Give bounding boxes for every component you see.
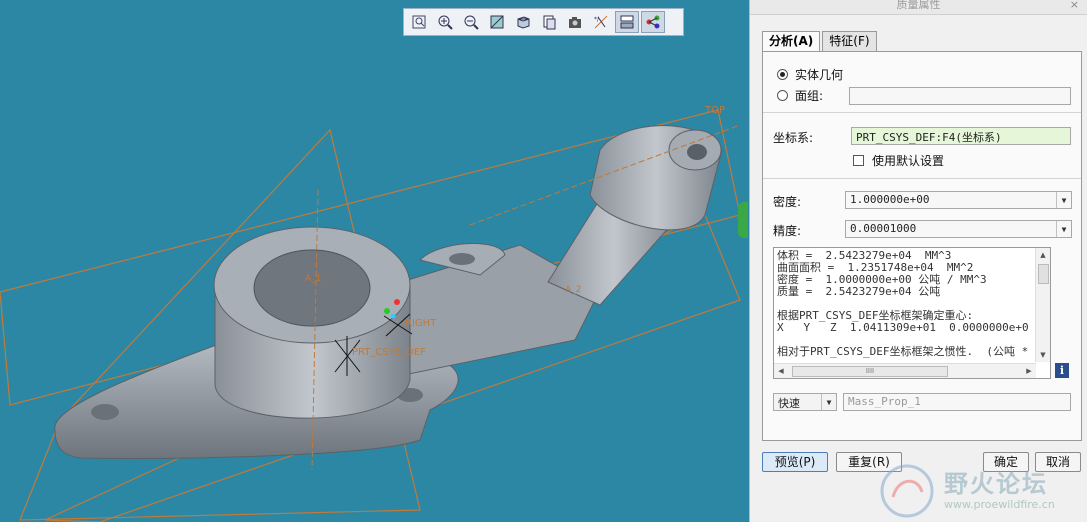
annotation-display-button[interactable] bbox=[641, 11, 665, 33]
accuracy-value: 0.00001000 bbox=[850, 222, 917, 235]
svg-text:*/: */ bbox=[594, 16, 600, 23]
tab-feature[interactable]: 特征(F) bbox=[822, 31, 877, 51]
zoom-out-icon bbox=[464, 15, 479, 30]
refit-icon bbox=[412, 15, 426, 29]
analysis-name-field[interactable]: Mass_Prop_1 bbox=[843, 393, 1071, 411]
camera-icon bbox=[569, 17, 581, 28]
watermark-title: 野火论坛 bbox=[944, 470, 1048, 498]
side-tab-handle[interactable] bbox=[738, 202, 748, 238]
spin-center-button[interactable] bbox=[615, 11, 639, 33]
scroll-down-icon[interactable]: ▼ bbox=[1036, 348, 1050, 362]
model-canvas[interactable]: RIGHT PRT_CSYS_DEF TOP A_1 A_2 bbox=[0, 0, 748, 522]
results-text: 体积 = 2.5423279e+04 MM^3 曲面面积 = 1.2351748e… bbox=[777, 250, 1029, 362]
coord-label: 坐标系: bbox=[773, 131, 814, 145]
watermark-logo-icon bbox=[880, 464, 934, 518]
dialog-title-text: 质量属性 bbox=[896, 0, 941, 11]
datum-display-button[interactable]: */ bbox=[589, 11, 613, 33]
dialog-title: 质量属性 × bbox=[750, 0, 1087, 15]
scroll-left-icon[interactable]: ◀ bbox=[774, 364, 788, 378]
radio-quilt[interactable] bbox=[777, 90, 788, 101]
radio-solid-label: 实体几何 bbox=[795, 68, 844, 82]
scroll-right-icon[interactable]: ▶ bbox=[1022, 364, 1036, 378]
use-default-checkbox[interactable] bbox=[853, 155, 864, 166]
vertical-scrollbar[interactable]: ▲ ▼ bbox=[1035, 248, 1050, 362]
label-top: TOP bbox=[704, 105, 725, 116]
zoom-in-icon bbox=[438, 15, 453, 30]
separator bbox=[763, 112, 1081, 113]
label-axis-a1: A_1 bbox=[305, 274, 321, 284]
chevron-down-icon[interactable]: ▼ bbox=[821, 394, 836, 410]
hscroll-thumb[interactable]: IIII bbox=[792, 366, 948, 377]
dialog-tabs: 分析(A) 特征(F) bbox=[762, 31, 879, 52]
accuracy-combo[interactable]: 0.00001000 ▼ bbox=[845, 220, 1072, 238]
results-area[interactable]: 体积 = 2.5423279e+04 MM^3 曲面面积 = 1.2351748e… bbox=[773, 247, 1051, 379]
analysis-tab-content: 实体几何 面组: 坐标系: PRT_CSYS_DEF:F4(坐标系) 使用默认设… bbox=[762, 51, 1082, 441]
tab-analysis[interactable]: 分析(A) bbox=[762, 31, 821, 52]
info-icon[interactable]: i bbox=[1055, 363, 1069, 378]
saved-views-icon bbox=[543, 15, 556, 30]
repaint-button[interactable] bbox=[485, 11, 509, 33]
density-value: 1.000000e+00 bbox=[850, 193, 930, 206]
mode-combo[interactable]: 快速 ▼ bbox=[773, 393, 837, 411]
result-line: 相对于PRT_CSYS_DEF坐标框架之惯性. (公吨 * bbox=[777, 345, 1029, 358]
chevron-down-icon[interactable]: ▼ bbox=[1056, 192, 1071, 208]
scroll-up-icon[interactable]: ▲ bbox=[1036, 248, 1050, 262]
close-icon[interactable]: × bbox=[1070, 0, 1079, 10]
csys-display-icon bbox=[646, 15, 660, 29]
watermark-url: www.proewildfire.cn bbox=[944, 498, 1055, 511]
boss-hole bbox=[449, 253, 475, 265]
mass-properties-dialog: 质量属性 × 分析(A) 特征(F) 实体几何 面组: 坐标系: PRT_CSY… bbox=[749, 0, 1087, 522]
density-label: 密度: bbox=[773, 195, 802, 209]
use-default-label: 使用默认设置 bbox=[872, 154, 945, 168]
refit-button[interactable] bbox=[407, 11, 431, 33]
quilt-input[interactable] bbox=[849, 87, 1071, 105]
label-axis-a2: A_2 bbox=[565, 285, 581, 295]
radio-solid-row[interactable]: 实体几何 bbox=[777, 66, 843, 83]
result-line: X Y Z 1.0411309e+01 0.0000000e+00 -3 bbox=[777, 321, 1029, 334]
watermark: 野火论坛 www.proewildfire.cn bbox=[878, 462, 1087, 522]
separator bbox=[763, 178, 1081, 179]
repaint-icon bbox=[490, 15, 504, 29]
horizontal-scrollbar[interactable]: ◀ IIII ▶ bbox=[774, 363, 1036, 378]
spin-center-x-icon bbox=[394, 299, 400, 305]
mode-value: 快速 bbox=[778, 397, 800, 410]
use-default-row[interactable]: 使用默认设置 bbox=[853, 152, 944, 169]
spin-center-icon bbox=[620, 15, 634, 29]
density-combo[interactable]: 1.000000e+00 ▼ bbox=[845, 191, 1072, 209]
zoom-out-button[interactable] bbox=[459, 11, 483, 33]
shaded-cube-icon bbox=[517, 16, 530, 29]
label-csys: PRT_CSYS_DEF bbox=[352, 347, 426, 358]
nozzle-bore bbox=[687, 144, 707, 160]
coord-system-field[interactable]: PRT_CSYS_DEF:F4(坐标系) bbox=[851, 127, 1071, 145]
flange-hole-left bbox=[91, 404, 119, 420]
result-line: 质量 = 2.5423279e+04 公吨 bbox=[777, 285, 941, 298]
preview-button[interactable]: 预览(P) bbox=[762, 452, 828, 472]
graphics-viewport[interactable]: RIGHT PRT_CSYS_DEF TOP A_1 A_2 */ bbox=[0, 0, 748, 522]
chevron-down-icon[interactable]: ▼ bbox=[1056, 221, 1071, 237]
radio-quilt-row[interactable]: 面组: bbox=[777, 87, 823, 104]
label-right: RIGHT bbox=[405, 318, 437, 329]
view-toolbar: */ bbox=[403, 8, 684, 36]
vscroll-thumb[interactable] bbox=[1038, 264, 1049, 284]
datum-display-icon: */ bbox=[594, 15, 608, 29]
view-manager-button[interactable] bbox=[563, 11, 587, 33]
radio-solid[interactable] bbox=[777, 69, 788, 80]
display-style-button[interactable] bbox=[511, 11, 535, 33]
saved-views-button[interactable] bbox=[537, 11, 561, 33]
zoom-in-button[interactable] bbox=[433, 11, 457, 33]
accuracy-label: 精度: bbox=[773, 224, 802, 238]
spin-center-z-icon bbox=[390, 313, 396, 319]
spin-center-y-icon bbox=[384, 308, 390, 314]
radio-quilt-label: 面组: bbox=[795, 89, 824, 103]
hscroll-grip: IIII bbox=[865, 367, 875, 375]
cylinder-bore bbox=[253, 249, 371, 327]
